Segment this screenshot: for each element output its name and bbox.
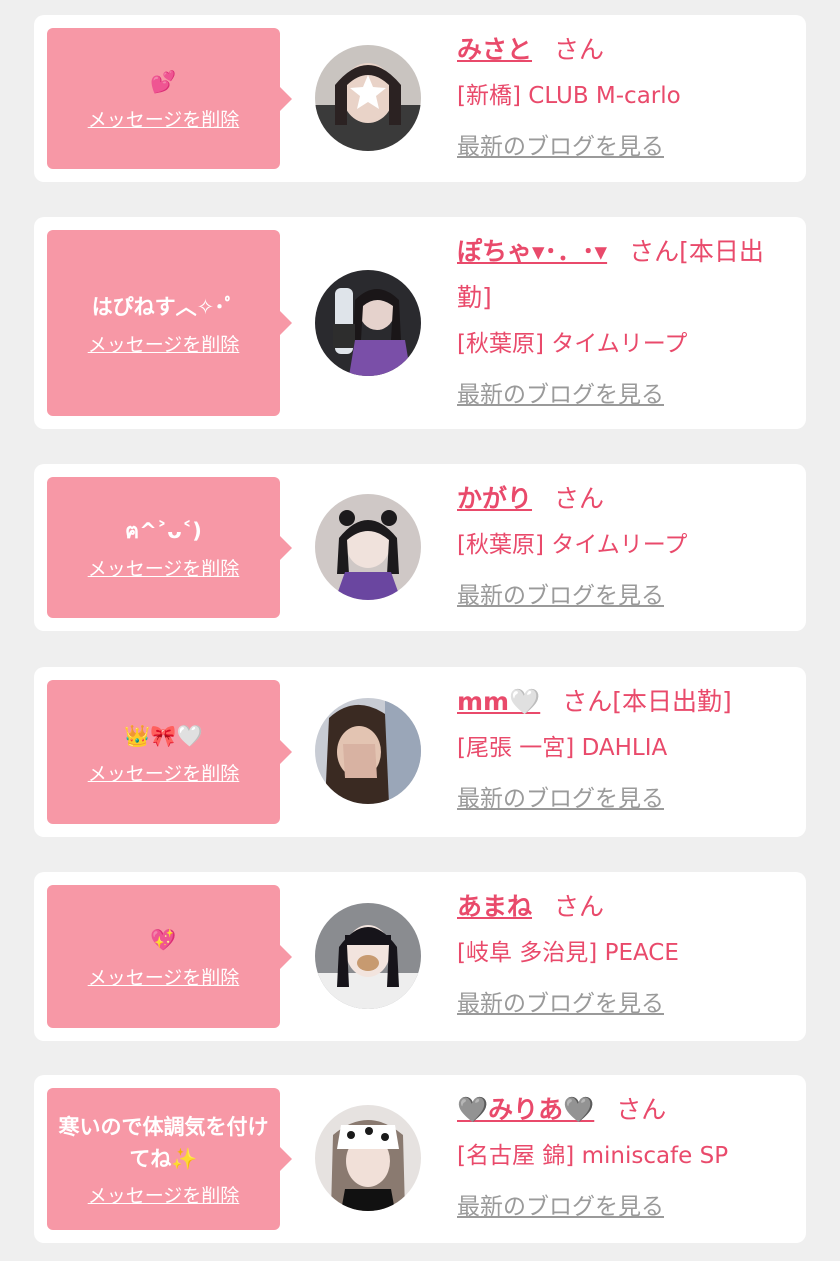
- profile-name-line: 🩶みりあ🩶 さん: [457, 1087, 792, 1133]
- avatar[interactable]: [315, 903, 421, 1009]
- shop-name: [秋葉原] タイムリープ: [457, 532, 688, 558]
- profile-info: ぽちゃ▾･．･▾ さん[本日出勤] [秋葉原] タイムリープ 最新のブログを見る: [457, 229, 792, 409]
- name-suffix: さん[本日出勤]: [562, 687, 732, 716]
- profile-name-line: ぽちゃ▾･．･▾ さん[本日出勤]: [457, 229, 792, 321]
- latest-blog-link[interactable]: 最新のブログを見る: [457, 984, 664, 1018]
- shop-name: [秋葉原] タイムリープ: [457, 331, 688, 357]
- message-bubble: 💕 メッセージを削除: [47, 28, 292, 169]
- message-bubble: はぴねす︿✧･ﾟ メッセージを削除: [47, 230, 292, 416]
- delete-message-link[interactable]: メッセージを削除: [88, 105, 240, 132]
- delete-message-link[interactable]: メッセージを削除: [88, 1181, 240, 1208]
- shop-name: [尾張 一宮] DAHLIA: [457, 735, 668, 761]
- message-card: 寒いので体調気を付けてね✨ メッセージを削除 🩶みりあ🩶 さん [名古屋 錦] m…: [34, 1075, 806, 1243]
- latest-blog-link[interactable]: 最新のブログを見る: [457, 127, 664, 161]
- latest-blog-link[interactable]: 最新のブログを見る: [457, 576, 664, 610]
- profile-info: みさと さん [新橋] CLUB M-carlo 最新のブログを見る: [457, 27, 792, 161]
- delete-message-link[interactable]: メッセージを削除: [88, 554, 240, 581]
- profile-name-line: かがり さん: [457, 476, 792, 522]
- profile-name-link[interactable]: あまね: [457, 892, 532, 921]
- avatar[interactable]: [315, 270, 421, 376]
- profile-info: mm🤍 さん[本日出勤] [尾張 一宮] DAHLIA 最新のブログを見る: [457, 679, 792, 813]
- profile-name-link[interactable]: ぽちゃ▾･．･▾: [457, 237, 607, 266]
- name-suffix: さん: [554, 35, 605, 64]
- message-card: ฅ^˃ᴗ˂) メッセージを削除 かがり さん [秋葉原] タイムリープ 最新のブロ…: [34, 464, 806, 631]
- delete-message-link[interactable]: メッセージを削除: [88, 759, 240, 786]
- message-bubble: 💖 メッセージを削除: [47, 885, 292, 1028]
- shop-name: [名古屋 錦] miniscafe SP: [457, 1143, 729, 1169]
- profile-name-link[interactable]: みさと: [457, 35, 532, 64]
- message-list: 💕 メッセージを削除 みさと さん [新橋] CLUB M-carlo 最新のブロ…: [0, 0, 840, 1261]
- profile-name-line: あまね さん: [457, 884, 792, 930]
- message-bubble: 👑🎀🤍 メッセージを削除: [47, 680, 292, 824]
- shop-name: [岐阜 多治見] PEACE: [457, 940, 679, 966]
- message-text: はぴねす︿✧･ﾟ: [91, 294, 236, 319]
- message-card: はぴねす︿✧･ﾟ メッセージを削除 ぽちゃ▾･．･▾ さん[本日出勤] [秋葉原]…: [34, 217, 806, 429]
- avatar[interactable]: [315, 494, 421, 600]
- message-bubble: 寒いので体調気を付けてね✨ メッセージを削除: [47, 1088, 292, 1230]
- delete-message-link[interactable]: メッセージを削除: [88, 330, 240, 357]
- avatar[interactable]: [315, 45, 421, 151]
- profile-name-line: みさと さん: [457, 27, 792, 73]
- shop-name: [新橋] CLUB M-carlo: [457, 83, 681, 109]
- profile-name-link[interactable]: mm🤍: [457, 687, 540, 716]
- message-text: 💕: [150, 70, 177, 94]
- name-suffix: さん: [554, 892, 605, 921]
- profile-info: 🩶みりあ🩶 さん [名古屋 錦] miniscafe SP 最新のブログを見る: [457, 1087, 792, 1221]
- profile-info: かがり さん [秋葉原] タイムリープ 最新のブログを見る: [457, 476, 792, 610]
- message-text: 寒いので体調気を付けてね✨: [58, 1114, 269, 1171]
- message-card: 💖 メッセージを削除 あまね さん [岐阜 多治見] PEACE 最新のブログを見…: [34, 872, 806, 1041]
- message-text: 👑🎀🤍: [124, 723, 203, 748]
- avatar[interactable]: [315, 1105, 421, 1211]
- profile-info: あまね さん [岐阜 多治見] PEACE 最新のブログを見る: [457, 884, 792, 1018]
- avatar[interactable]: [315, 698, 421, 804]
- message-text: 💖: [150, 928, 177, 952]
- message-card: 👑🎀🤍 メッセージを削除 mm🤍 さん[本日出勤] [尾張 一宮] DAHLIA …: [34, 667, 806, 837]
- message-bubble: ฅ^˃ᴗ˂) メッセージを削除: [47, 477, 292, 618]
- name-suffix: さん: [616, 1095, 667, 1124]
- latest-blog-link[interactable]: 最新のブログを見る: [457, 1187, 664, 1221]
- profile-name-link[interactable]: 🩶みりあ🩶: [457, 1095, 594, 1124]
- name-suffix: さん: [554, 484, 605, 513]
- message-card: 💕 メッセージを削除 みさと さん [新橋] CLUB M-carlo 最新のブロ…: [34, 15, 806, 182]
- message-text: ฅ^˃ᴗ˂): [125, 519, 202, 543]
- profile-name-link[interactable]: かがり: [457, 484, 532, 513]
- latest-blog-link[interactable]: 最新のブログを見る: [457, 779, 664, 813]
- delete-message-link[interactable]: メッセージを削除: [88, 963, 240, 990]
- profile-name-line: mm🤍 さん[本日出勤]: [457, 679, 792, 725]
- latest-blog-link[interactable]: 最新のブログを見る: [457, 375, 664, 409]
